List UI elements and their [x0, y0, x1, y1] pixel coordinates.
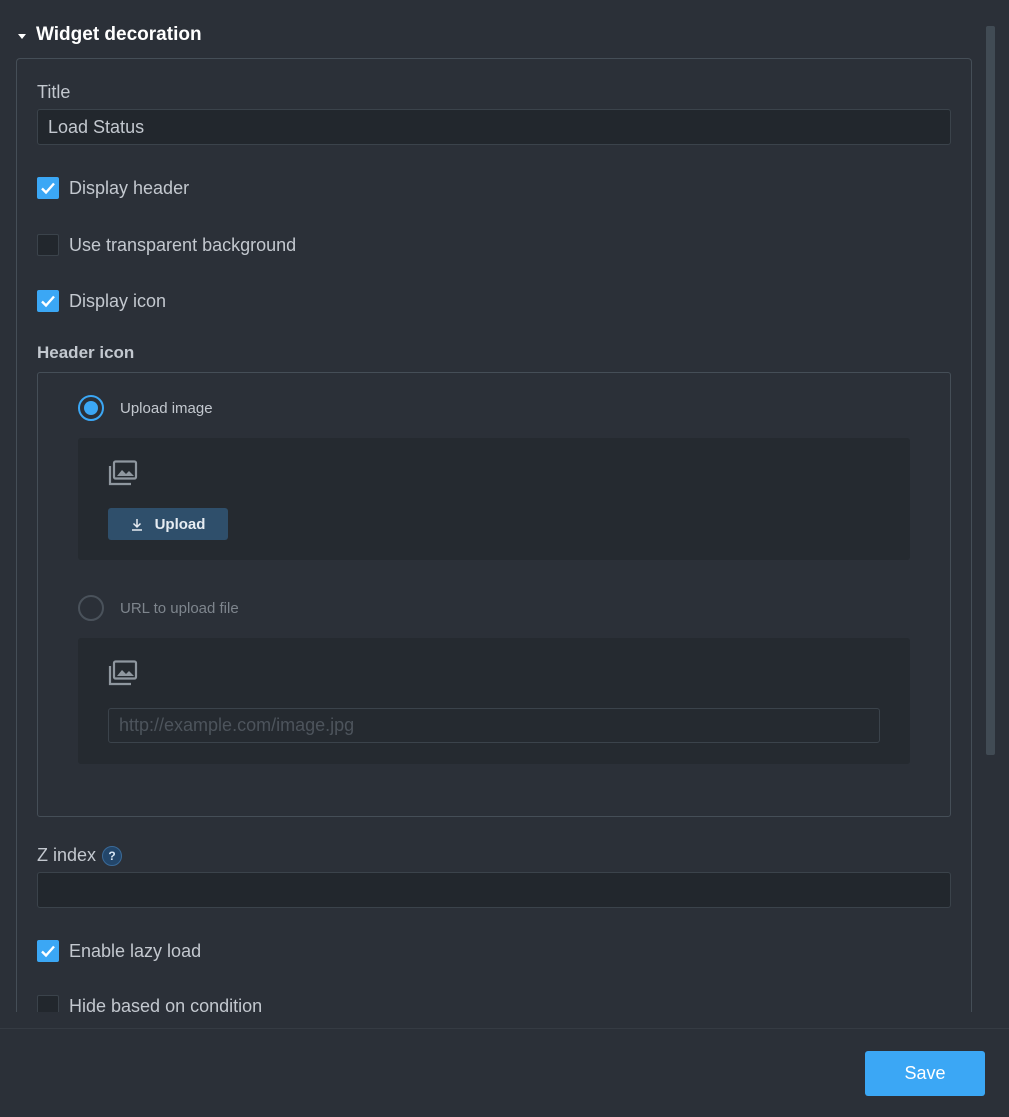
check-icon — [41, 945, 55, 958]
download-icon — [131, 518, 143, 531]
save-button[interactable]: Save — [865, 1051, 985, 1096]
hide-condition-checkbox[interactable] — [37, 995, 59, 1012]
display-icon-checkbox[interactable] — [37, 290, 59, 312]
section-title: Widget decoration — [36, 24, 202, 45]
upload-image-option[interactable]: Upload image — [78, 395, 213, 421]
display-icon-checkbox-row[interactable]: Display icon — [37, 289, 166, 313]
vertical-scrollbar[interactable] — [986, 26, 995, 755]
upload-image-radio[interactable] — [78, 395, 104, 421]
help-icon[interactable]: ? — [102, 845, 123, 866]
title-label: Title — [37, 82, 71, 102]
settings-scroll-area: Widget decoration Title Display header U… — [0, 0, 1009, 1012]
lazy-load-checkbox[interactable] — [37, 940, 59, 962]
lazy-load-label: Enable lazy load — [69, 940, 202, 961]
hide-condition-checkbox-row[interactable]: Hide based on condition — [37, 994, 262, 1012]
url-upload-panel — [78, 638, 910, 764]
upload-image-panel: Upload — [78, 438, 910, 560]
header-icon-label: Header icon — [37, 343, 135, 362]
image-gallery-icon — [108, 660, 138, 686]
z-index-input[interactable] — [37, 872, 951, 908]
url-upload-radio[interactable] — [78, 595, 104, 621]
display-icon-label: Display icon — [69, 290, 167, 311]
section-toggle-widget-decoration[interactable]: Widget decoration — [18, 22, 202, 48]
display-header-checkbox-row[interactable]: Display header — [37, 176, 189, 200]
lazy-load-checkbox-row[interactable]: Enable lazy load — [37, 939, 201, 963]
check-icon — [41, 295, 55, 308]
url-upload-label: URL to upload file — [120, 599, 239, 617]
transparent-background-label: Use transparent background — [69, 234, 297, 255]
upload-button[interactable]: Upload — [108, 508, 228, 540]
caret-down-icon — [18, 33, 26, 39]
display-header-checkbox[interactable] — [37, 177, 59, 199]
transparent-background-checkbox-row[interactable]: Use transparent background — [37, 233, 296, 257]
image-gallery-icon — [108, 460, 138, 486]
url-upload-option[interactable]: URL to upload file — [78, 595, 239, 621]
dialog-footer: Save — [0, 1028, 1009, 1117]
display-header-label: Display header — [69, 177, 190, 198]
upload-image-label: Upload image — [120, 399, 213, 417]
title-input[interactable] — [37, 109, 951, 145]
z-index-label-row: Z index ? — [37, 845, 123, 866]
image-url-input[interactable] — [108, 708, 880, 743]
transparent-background-checkbox[interactable] — [37, 234, 59, 256]
upload-button-label: Upload — [154, 515, 206, 533]
z-index-label: Z index — [37, 845, 97, 865]
content-cutoff — [0, 1012, 1009, 1028]
check-icon — [41, 182, 55, 195]
header-icon-panel: Upload image Upload URL to upload file — [37, 372, 951, 817]
hide-condition-label: Hide based on condition — [69, 995, 263, 1013]
